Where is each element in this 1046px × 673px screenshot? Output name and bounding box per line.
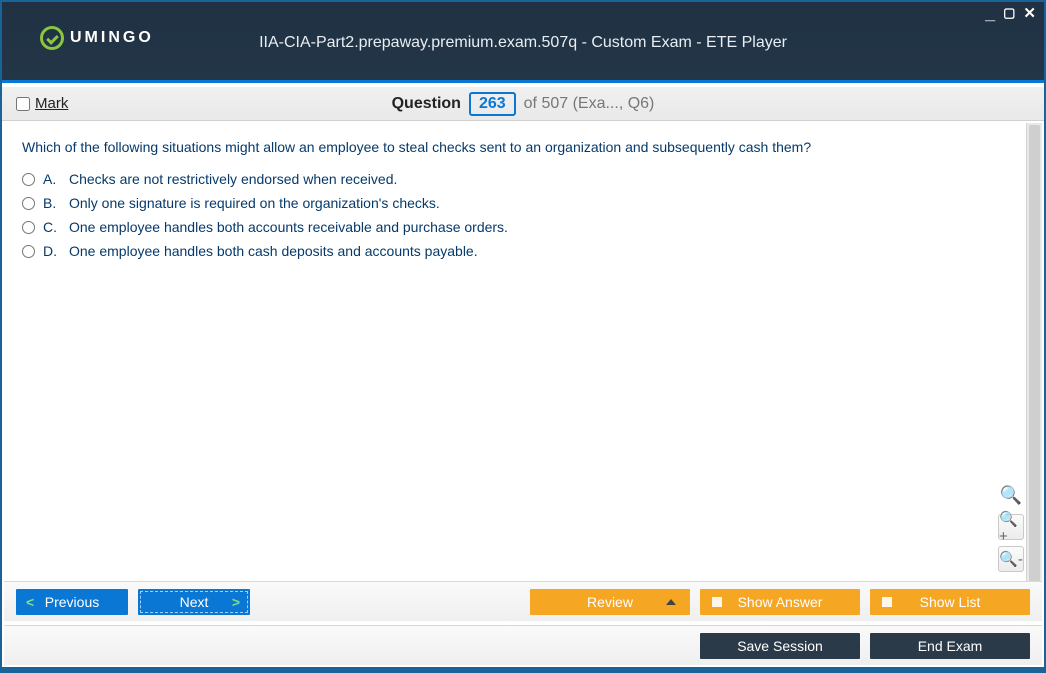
- option-c-radio[interactable]: [22, 221, 35, 234]
- zoom-in-button[interactable]: 🔍+: [998, 514, 1024, 540]
- scrollbar-thumb[interactable]: [1029, 125, 1040, 583]
- maximize-icon[interactable]: ▢: [1003, 5, 1015, 21]
- end-exam-label: End Exam: [918, 638, 983, 654]
- option-d[interactable]: D. One employee handles both cash deposi…: [22, 243, 1024, 259]
- review-button[interactable]: Review: [530, 589, 690, 615]
- mark-checkbox[interactable]: [16, 97, 30, 111]
- chevron-left-icon: <: [26, 594, 34, 610]
- question-stem: Which of the following situations might …: [22, 139, 1024, 155]
- close-icon[interactable]: ✕: [1023, 4, 1036, 22]
- option-text: One employee handles both cash deposits …: [69, 243, 478, 259]
- question-toolbar: Mark Question 263 of 507 (Exa..., Q6): [2, 87, 1044, 121]
- option-text: Checks are not restrictively endorsed wh…: [69, 171, 397, 187]
- option-a[interactable]: A. Checks are not restrictively endorsed…: [22, 171, 1024, 187]
- question-area: Which of the following situations might …: [4, 123, 1042, 577]
- previous-button[interactable]: < Previous: [16, 589, 128, 615]
- window-controls: _ ▢ ✕: [985, 4, 1036, 22]
- option-d-radio[interactable]: [22, 245, 35, 258]
- option-a-radio[interactable]: [22, 173, 35, 186]
- next-button[interactable]: Next >: [138, 589, 250, 615]
- zoom-in-icon: 🔍+: [999, 510, 1023, 545]
- question-indicator: Question 263 of 507 (Exa..., Q6): [392, 92, 655, 116]
- save-session-label: Save Session: [737, 638, 823, 654]
- option-letter: C.: [43, 219, 61, 235]
- save-session-button[interactable]: Save Session: [700, 633, 860, 659]
- review-label: Review: [587, 594, 633, 610]
- option-text: One employee handles both accounts recei…: [69, 219, 508, 235]
- chevron-right-icon: >: [232, 594, 240, 610]
- minimize-icon[interactable]: _: [985, 8, 995, 18]
- triangle-up-icon: [666, 599, 676, 605]
- search-icon[interactable]: 🔍: [998, 482, 1024, 508]
- end-exam-button[interactable]: End Exam: [870, 633, 1030, 659]
- option-letter: B.: [43, 195, 61, 211]
- option-b[interactable]: B. Only one signature is required on the…: [22, 195, 1024, 211]
- option-text: Only one signature is required on the or…: [69, 195, 440, 211]
- zoom-tools: 🔍 🔍+ 🔍-: [998, 482, 1024, 572]
- option-b-radio[interactable]: [22, 197, 35, 210]
- show-answer-button[interactable]: Show Answer: [700, 589, 860, 615]
- vertical-scrollbar[interactable]: [1026, 123, 1042, 585]
- show-list-label: Show List: [920, 594, 981, 610]
- square-icon: [712, 597, 722, 607]
- previous-label: Previous: [45, 594, 99, 610]
- show-list-button[interactable]: Show List: [870, 589, 1030, 615]
- question-number: 263: [469, 92, 516, 116]
- app-window: _ ▢ ✕ UMINGO IIA-CIA-Part2.prepaway.prem…: [0, 0, 1046, 673]
- nav-bar: < Previous Next > Review Show Answer Sho…: [4, 581, 1042, 621]
- option-letter: D.: [43, 243, 61, 259]
- options-list: A. Checks are not restrictively endorsed…: [22, 171, 1024, 259]
- window-title: IIA-CIA-Part2.prepaway.premium.exam.507q…: [2, 34, 1044, 52]
- session-bar: Save Session End Exam: [4, 625, 1042, 665]
- question-total: of 507 (Exa..., Q6): [524, 95, 655, 113]
- question-word: Question: [392, 95, 461, 113]
- show-answer-label: Show Answer: [738, 594, 823, 610]
- option-c[interactable]: C. One employee handles both accounts re…: [22, 219, 1024, 235]
- mark-label: Mark: [35, 95, 68, 112]
- title-bar: _ ▢ ✕ UMINGO IIA-CIA-Part2.prepaway.prem…: [2, 2, 1044, 80]
- mark-checkbox-wrap[interactable]: Mark: [16, 95, 68, 112]
- square-icon: [882, 597, 892, 607]
- option-letter: A.: [43, 171, 61, 187]
- next-label: Next: [180, 594, 209, 610]
- zoom-out-icon: 🔍-: [999, 550, 1023, 568]
- zoom-out-button[interactable]: 🔍-: [998, 546, 1024, 572]
